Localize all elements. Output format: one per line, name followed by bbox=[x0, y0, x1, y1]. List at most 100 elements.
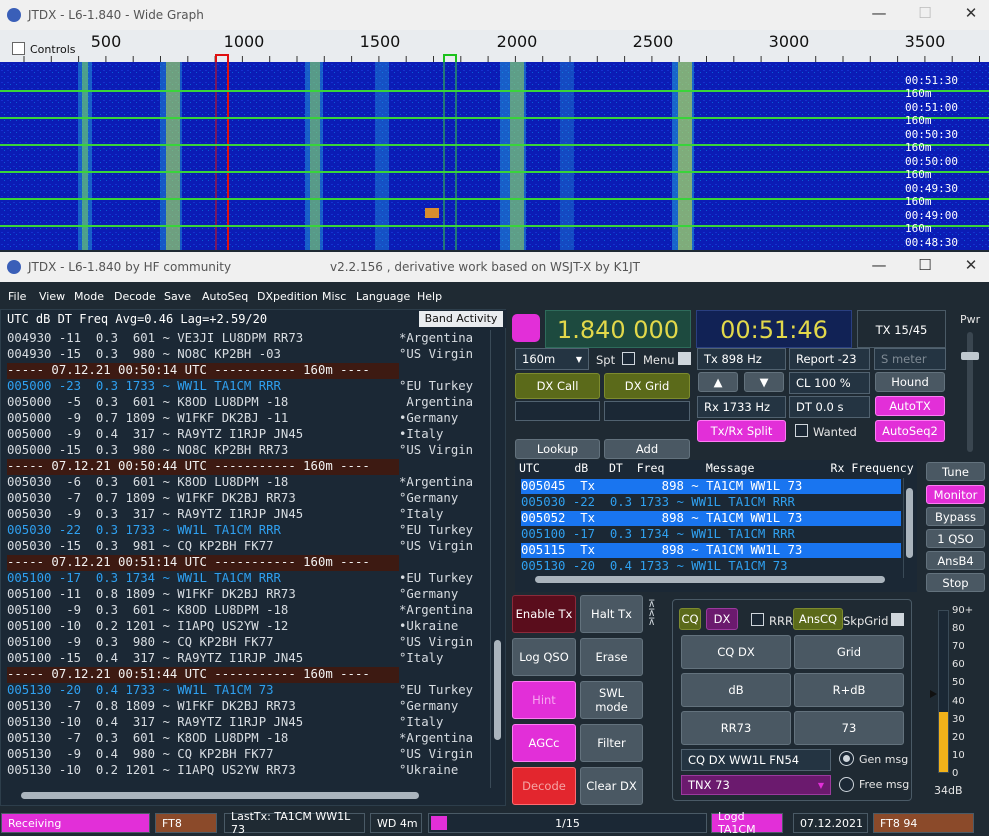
dial-frequency[interactable]: 1.840 000 bbox=[545, 310, 691, 348]
close-icon[interactable]: ✕ bbox=[958, 256, 984, 278]
clear-dx-button[interactable]: Clear DX bbox=[580, 767, 643, 805]
meter-tick-label: 10 bbox=[952, 749, 965, 761]
autotx-button[interactable]: AutoTX bbox=[875, 396, 945, 416]
cq-dx-button[interactable]: CQ DX bbox=[681, 635, 791, 669]
period-separator[interactable]: ----- 07.12.21 00:51:14 UTC ----------- … bbox=[7, 555, 399, 571]
rx-row[interactable]: 005130 -20 0.4 1733 ~ WW1L TA1CM 73 bbox=[521, 559, 901, 574]
rx-row[interactable]: 005100 -17 0.3 1734 ~ WW1L TA1CM RRR bbox=[521, 527, 901, 542]
enable-tx-button[interactable]: Enable Tx bbox=[512, 595, 576, 633]
rx-scrollbar[interactable] bbox=[903, 478, 915, 578]
close-icon[interactable]: ✕ bbox=[958, 4, 984, 26]
agcc-button[interactable]: AGCc bbox=[512, 724, 576, 762]
menu-language[interactable]: Language bbox=[356, 290, 410, 303]
rrr-checkbox[interactable] bbox=[751, 613, 764, 626]
rx-hscrollbar[interactable] bbox=[521, 574, 901, 586]
dt-field[interactable]: DT 0.0 s bbox=[789, 396, 870, 418]
decode-button[interactable]: Decode bbox=[512, 767, 576, 805]
menu-checkbox[interactable] bbox=[678, 352, 691, 365]
power-slider-handle[interactable] bbox=[961, 352, 979, 360]
menu-mode[interactable]: Mode bbox=[74, 290, 104, 303]
menu-file[interactable]: File bbox=[8, 290, 26, 303]
rx-row[interactable]: 005115 Tx 898 ~ TA1CM WW1L 73 bbox=[521, 543, 901, 558]
hound-button[interactable]: Hound bbox=[875, 372, 945, 392]
dx-grid-button[interactable]: DX Grid bbox=[604, 373, 690, 399]
free-message-select[interactable]: TNX 73 ▼ bbox=[681, 775, 831, 795]
seventy-three-button[interactable]: 73 bbox=[794, 711, 904, 745]
hint-button[interactable]: Hint bbox=[512, 681, 576, 719]
log-qso-button[interactable]: Log QSO bbox=[512, 638, 576, 676]
db-button[interactable]: dB bbox=[681, 673, 791, 707]
rx-scroll-thumb[interactable] bbox=[906, 488, 913, 558]
filter-button[interactable]: Filter bbox=[580, 724, 643, 762]
halt-tx-button[interactable]: Halt Tx bbox=[580, 595, 643, 633]
swl-mode-button[interactable]: SWL mode bbox=[580, 681, 643, 719]
wanted-checkbox[interactable] bbox=[795, 424, 808, 437]
menu-dxpedition[interactable]: DXpedition bbox=[257, 290, 318, 303]
band-hscrollbar[interactable] bbox=[5, 790, 489, 802]
period-separator[interactable]: ----- 07.12.21 00:50:14 UTC ----------- … bbox=[7, 363, 399, 379]
minimize-icon[interactable]: — bbox=[866, 4, 892, 26]
cl-field[interactable]: CL 100 % bbox=[789, 372, 870, 394]
gen-msg-radio[interactable] bbox=[839, 751, 854, 766]
up-arrow-button[interactable]: ▲ bbox=[698, 372, 738, 392]
grid-button[interactable]: Grid bbox=[794, 635, 904, 669]
menu-autoseq[interactable]: AutoSeq bbox=[202, 290, 248, 303]
menu-help[interactable]: Help bbox=[417, 290, 442, 303]
skpgrid-checkbox[interactable] bbox=[891, 613, 904, 626]
free-msg-radio[interactable] bbox=[839, 777, 854, 792]
meter-tick-label: 70 bbox=[952, 641, 965, 653]
one-qso-button[interactable]: 1 QSO bbox=[926, 529, 985, 548]
menu-view[interactable]: View bbox=[39, 290, 65, 303]
spt-checkbox[interactable] bbox=[622, 352, 635, 365]
tx-order-icon[interactable]: ⊼ ⊼ ⊼ bbox=[648, 600, 668, 630]
r-db-button[interactable]: R+dB bbox=[794, 673, 904, 707]
dx-call-button[interactable]: DX Call bbox=[515, 373, 600, 399]
rx-row[interactable]: 005045 Tx 898 ~ TA1CM WW1L 73 bbox=[521, 479, 901, 494]
ansb4-button[interactable]: AnsB4 bbox=[926, 551, 985, 570]
maximize-icon[interactable]: ☐ bbox=[912, 256, 938, 278]
anscq-button[interactable]: AnsCQ bbox=[793, 608, 843, 630]
tune-button[interactable]: Tune bbox=[926, 462, 985, 481]
menu-misc[interactable]: Misc bbox=[322, 290, 346, 303]
cq-button[interactable]: CQ bbox=[679, 608, 701, 630]
report-field[interactable]: Report -23 bbox=[789, 348, 870, 370]
menu-save[interactable]: Save bbox=[164, 290, 191, 303]
band-select[interactable]: 160m ▼ bbox=[515, 348, 589, 370]
power-label: Pwr bbox=[960, 313, 981, 326]
scroll-thumb[interactable] bbox=[494, 640, 501, 740]
tx-frequency[interactable]: Tx 898 Hz bbox=[697, 348, 786, 370]
band-scrollbar[interactable] bbox=[490, 330, 504, 788]
period-separator[interactable]: ----- 07.12.21 00:50:44 UTC ----------- … bbox=[7, 459, 399, 475]
stop-button[interactable]: Stop bbox=[926, 573, 985, 592]
waterfall-time: 00:50:00 160m bbox=[905, 155, 958, 181]
wide-graph-ruler[interactable]: Controls 500 1000 1500 2000 2500 3000 35… bbox=[0, 30, 989, 62]
rx-row[interactable]: 005052 Tx 898 ~ TA1CM WW1L 73 bbox=[521, 511, 901, 526]
monitor-button[interactable]: Monitor bbox=[926, 485, 985, 504]
band-activity-panel[interactable]: UTC dB DT Freq Avg=0.46 Lag=+2.59/20 Ban… bbox=[0, 309, 507, 806]
dx-grid-input[interactable] bbox=[604, 401, 690, 421]
tx-rx-split-button[interactable]: Tx/Rx Split bbox=[697, 420, 786, 442]
bypass-button[interactable]: Bypass bbox=[926, 507, 985, 526]
rx-frequency[interactable]: Rx 1733 Hz bbox=[697, 396, 786, 418]
generated-message[interactable]: CQ DX WW1L FN54 bbox=[681, 749, 831, 771]
rr73-button[interactable]: RR73 bbox=[681, 711, 791, 745]
minimize-icon[interactable]: — bbox=[866, 256, 892, 278]
autoseq2-button[interactable]: AutoSeq2 bbox=[875, 420, 945, 442]
period-separator[interactable]: ----- 07.12.21 00:51:44 UTC ----------- … bbox=[7, 667, 399, 683]
down-arrow-button[interactable]: ▼ bbox=[744, 372, 784, 392]
country-label: °EU Turkey bbox=[399, 379, 474, 393]
rx-row[interactable]: 005030 -22 0.3 1733 ~ WW1L TA1CM RRR bbox=[521, 495, 901, 510]
rx-hscroll-thumb[interactable] bbox=[535, 576, 885, 583]
period-line bbox=[0, 117, 989, 119]
power-slider[interactable] bbox=[961, 332, 979, 452]
rx-frequency-panel[interactable]: UTC dB DT Freq Message Rx Frequency 0050… bbox=[515, 460, 917, 592]
dx-button[interactable]: DX bbox=[706, 608, 738, 630]
add-button[interactable]: Add bbox=[604, 439, 690, 459]
hscroll-thumb[interactable] bbox=[21, 792, 419, 799]
erase-button[interactable]: Erase bbox=[580, 638, 643, 676]
maximize-icon[interactable]: ☐ bbox=[912, 4, 938, 26]
waterfall-display[interactable]: 00:51:30 160m 00:51:00 160m 00:50:30 160… bbox=[0, 62, 989, 250]
lookup-button[interactable]: Lookup bbox=[515, 439, 600, 459]
menu-decode[interactable]: Decode bbox=[114, 290, 156, 303]
dx-call-input[interactable] bbox=[515, 401, 600, 421]
